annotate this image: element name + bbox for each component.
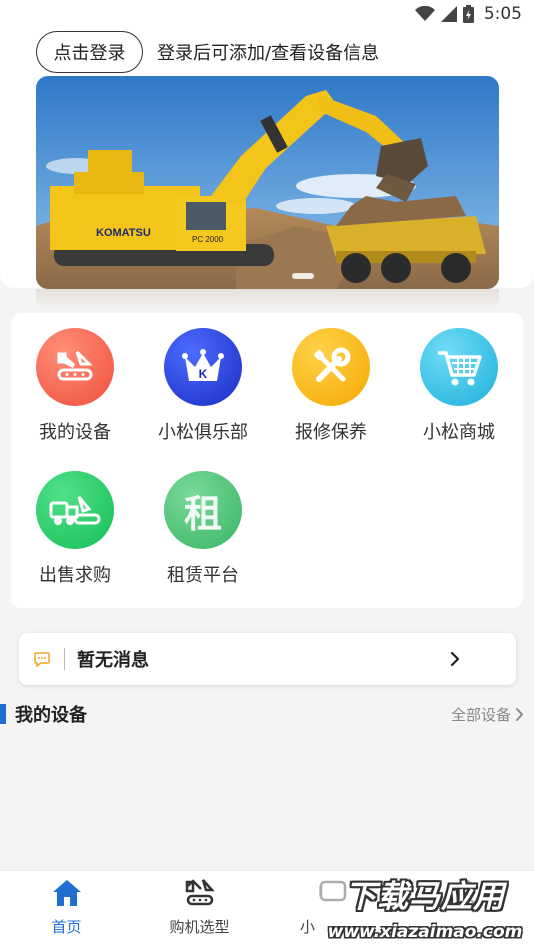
chat-bubble-icon bbox=[34, 651, 50, 667]
all-devices-label: 全部设备 bbox=[450, 705, 511, 724]
message-divider bbox=[64, 648, 65, 670]
grid-item-komatsu-club[interactable]: K 小松俱乐部 bbox=[139, 328, 267, 444]
grid-label: 小松商城 bbox=[423, 422, 495, 443]
carousel-dot[interactable] bbox=[292, 273, 314, 279]
login-button[interactable]: 点击登录 bbox=[36, 31, 143, 73]
chevron-right-icon bbox=[516, 707, 523, 721]
message-text: 暂无消息 bbox=[77, 650, 149, 671]
watermark-title: 下载马应用 bbox=[345, 879, 505, 915]
section-title: 我的设备 bbox=[15, 705, 87, 726]
tab-label: 小 bbox=[299, 918, 315, 936]
home-icon bbox=[52, 880, 81, 906]
banner-carousel[interactable]: KOMATSU PC 2000 bbox=[36, 76, 499, 289]
feature-grid: 我的设备 K 小松俱乐部 报修保养 小松商城 出售求购 租 租赁平台 bbox=[11, 313, 523, 608]
grid-item-mall[interactable]: 小松商城 bbox=[395, 328, 523, 444]
truck-icon bbox=[36, 471, 114, 549]
grid-label: 出售求购 bbox=[39, 565, 111, 586]
grid-label: 小松俱乐部 bbox=[158, 422, 248, 443]
crown-icon: K bbox=[164, 328, 242, 406]
grid-label: 我的设备 bbox=[39, 422, 111, 443]
watermark-url: www.xiazaimao.com bbox=[327, 922, 523, 942]
tools-icon bbox=[292, 328, 370, 406]
wifi-icon bbox=[414, 6, 435, 21]
banner-area: KOMATSU PC 2000 bbox=[0, 76, 534, 316]
excavator-photo: KOMATSU PC 2000 bbox=[36, 76, 499, 289]
grid-label: 租赁平台 bbox=[167, 565, 239, 586]
svg-text:KOMATSU: KOMATSU bbox=[96, 227, 151, 239]
login-hint: 登录后可添加/查看设备信息 bbox=[157, 43, 380, 64]
banner-reflection bbox=[36, 289, 499, 311]
grid-item-repair[interactable]: 报修保养 bbox=[267, 328, 395, 444]
grid-item-rental[interactable]: 租 租赁平台 bbox=[139, 471, 267, 587]
tab-machine-selection[interactable]: 购机选型 bbox=[133, 871, 266, 950]
excavator-icon bbox=[36, 328, 114, 406]
chevron-right-icon[interactable] bbox=[450, 651, 460, 667]
battery-icon bbox=[462, 5, 474, 23]
grid-item-my-devices[interactable]: 我的设备 bbox=[11, 328, 139, 444]
all-devices-link[interactable]: 全部设备 bbox=[451, 704, 524, 725]
rent-icon-char: 租 bbox=[183, 491, 222, 536]
header: 点击登录 登录后可添加/查看设备信息 bbox=[0, 28, 534, 76]
status-time: 5:05 bbox=[483, 4, 522, 24]
message-card[interactable]: 暂无消息 bbox=[19, 633, 516, 685]
svg-text:K: K bbox=[199, 367, 208, 381]
section-accent-bar bbox=[0, 704, 6, 724]
excavator-icon bbox=[185, 879, 215, 906]
status-bar: 5:05 bbox=[0, 0, 534, 28]
grid-label: 报修保养 bbox=[295, 422, 367, 443]
svg-text:PC 2000: PC 2000 bbox=[192, 235, 224, 244]
tab-label: 首页 bbox=[51, 918, 82, 936]
tab-home[interactable]: 首页 bbox=[0, 871, 133, 950]
watermark: 下载马应用 www.xiazaimao.com bbox=[320, 876, 530, 946]
tab-label: 购机选型 bbox=[169, 918, 230, 936]
carousel-indicator[interactable] bbox=[292, 273, 314, 279]
cell-signal-icon bbox=[440, 6, 457, 22]
my-devices-section-header: 我的设备 全部设备 bbox=[0, 700, 534, 728]
grid-item-buy-sell[interactable]: 出售求购 bbox=[11, 471, 139, 587]
rent-icon: 租 bbox=[164, 471, 242, 549]
cart-icon bbox=[420, 328, 498, 406]
